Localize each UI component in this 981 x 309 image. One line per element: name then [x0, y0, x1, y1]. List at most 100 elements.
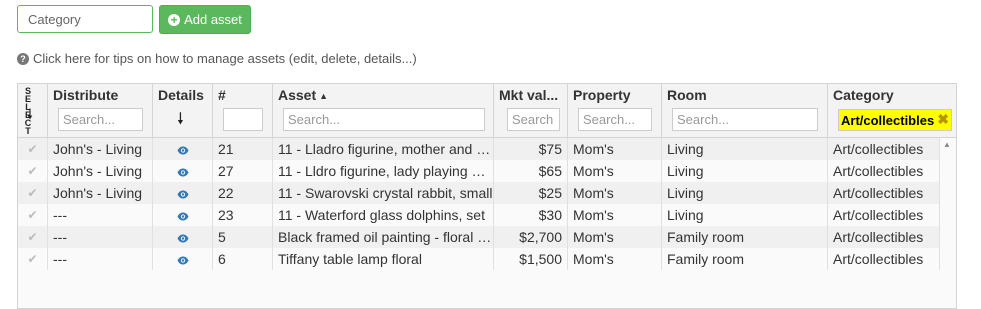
- distribute-filter-input[interactable]: [58, 108, 143, 131]
- number-filter-input[interactable]: [223, 108, 263, 131]
- distribute-cell: John's - Living: [48, 182, 153, 204]
- details-column-header[interactable]: Details 🠗: [153, 84, 213, 137]
- row-select-cell[interactable]: ✔: [18, 160, 48, 182]
- check-icon[interactable]: ✔: [27, 208, 37, 222]
- room-cell: Living: [662, 182, 828, 204]
- asset-filter-input[interactable]: [283, 108, 485, 131]
- distribute-header-label: Distribute: [53, 87, 119, 103]
- eye-icon[interactable]: [177, 207, 189, 223]
- arrow-down-icon: 🠗: [27, 106, 34, 122]
- asset-column-header[interactable]: Asset ▲: [273, 84, 494, 137]
- room-cell: Living: [662, 160, 828, 182]
- close-icon[interactable]: ✖: [937, 111, 949, 128]
- table-row[interactable]: ✔ John's - Living 22 11 - Swarovski crystal…: [18, 182, 940, 204]
- category-input[interactable]: [17, 5, 153, 33]
- asset-header-text: Asset: [278, 87, 317, 103]
- table-row[interactable]: ✔ John's - Living 21 11 - Lladro figurine, …: [18, 138, 940, 160]
- property-filter-input[interactable]: [578, 108, 652, 131]
- eye-icon[interactable]: [177, 185, 189, 201]
- question-circle-icon: ?: [17, 52, 29, 65]
- row-select-cell[interactable]: ✔: [18, 226, 48, 248]
- number-cell: 22: [213, 182, 273, 204]
- table-row[interactable]: ✔ --- 23 11 - Waterford glass dolphins, set…: [18, 204, 940, 226]
- property-column-header[interactable]: Property: [568, 84, 662, 137]
- property-cell: Mom's: [568, 138, 662, 160]
- category-filter-input[interactable]: Art/collectibles ✖: [838, 109, 952, 131]
- vertical-scrollbar[interactable]: ▲: [940, 138, 956, 308]
- property-cell: Mom's: [568, 160, 662, 182]
- scroll-up-icon[interactable]: ▲: [943, 140, 951, 149]
- tips-link[interactable]: ? Click here for tips on how to manage a…: [17, 51, 417, 66]
- sort-asc-icon: ▲: [319, 91, 329, 101]
- mkt-value-filter-input[interactable]: [507, 108, 560, 131]
- property-cell: Mom's: [568, 204, 662, 226]
- category-cell: Art/collectibles: [828, 204, 940, 226]
- eye-icon[interactable]: [177, 163, 189, 179]
- mkt-value-cell: $75: [494, 138, 568, 160]
- eye-icon[interactable]: [177, 229, 189, 245]
- check-icon[interactable]: ✔: [27, 142, 37, 156]
- check-icon[interactable]: ✔: [27, 252, 37, 266]
- check-icon[interactable]: ✔: [27, 164, 37, 178]
- table-row[interactable]: ✔ --- 5 Black framed oil painting - floral …: [18, 226, 940, 248]
- grid-body: ✔ John's - Living 21 11 - Lladro figurine, …: [18, 138, 956, 308]
- details-cell[interactable]: [153, 138, 213, 160]
- mkt-value-cell: $30: [494, 204, 568, 226]
- row-select-cell[interactable]: ✔: [18, 182, 48, 204]
- room-cell: Family room: [662, 248, 828, 270]
- row-select-cell[interactable]: ✔: [18, 138, 48, 160]
- details-cell[interactable]: [153, 160, 213, 182]
- eye-icon[interactable]: [177, 141, 189, 157]
- property-header-label: Property: [573, 87, 631, 103]
- distribute-cell: John's - Living: [48, 138, 153, 160]
- distribute-cell: ---: [48, 226, 153, 248]
- property-cell: Mom's: [568, 248, 662, 270]
- row-select-cell[interactable]: ✔: [18, 204, 48, 226]
- asset-cell: 11 - Lladro figurine, mother and child: [273, 138, 494, 160]
- category-cell: Art/collectibles: [828, 182, 940, 204]
- mkt-value-column-header[interactable]: Mkt val...: [494, 84, 568, 137]
- room-cell: Family room: [662, 226, 828, 248]
- row-select-cell[interactable]: ✔: [18, 248, 48, 270]
- number-cell: 21: [213, 138, 273, 160]
- number-cell: 27: [213, 160, 273, 182]
- distribute-cell: John's - Living: [48, 160, 153, 182]
- room-cell: Living: [662, 204, 828, 226]
- plus-circle-icon: +: [168, 13, 181, 26]
- grid-header: SELECT 🠗 Distribute Details 🠗 # Asset▲ M…: [18, 84, 956, 138]
- distribute-cell: ---: [48, 204, 153, 226]
- details-cell[interactable]: [153, 204, 213, 226]
- room-cell: Living: [662, 138, 828, 160]
- mkt-value-cell: $65: [494, 160, 568, 182]
- asset-cell: Black framed oil painting - floral still…: [273, 226, 494, 248]
- assets-grid: SELECT 🠗 Distribute Details 🠗 # Asset▲ M…: [17, 83, 957, 309]
- table-row[interactable]: ✔ --- 6 Tiffany table lamp floral $1,500 Mom'…: [18, 248, 940, 270]
- eye-icon[interactable]: [177, 251, 189, 267]
- asset-cell: 11 - Lldro figurine, lady playing music: [273, 160, 494, 182]
- add-asset-button[interactable]: + Add asset: [159, 5, 251, 34]
- category-cell: Art/collectibles: [828, 138, 940, 160]
- check-icon[interactable]: ✔: [27, 230, 37, 244]
- tips-text: Click here for tips on how to manage ass…: [33, 51, 417, 66]
- check-icon[interactable]: ✔: [27, 186, 37, 200]
- select-column-header[interactable]: SELECT 🠗: [18, 84, 48, 137]
- property-cell: Mom's: [568, 182, 662, 204]
- category-cell: Art/collectibles: [828, 248, 940, 270]
- number-header-label: #: [218, 87, 226, 103]
- category-column-header[interactable]: Category Art/collectibles ✖: [828, 84, 956, 137]
- distribute-column-header[interactable]: Distribute: [48, 84, 153, 137]
- details-cell[interactable]: [153, 248, 213, 270]
- table-row[interactable]: ✔ John's - Living 27 11 - Lldro figurine, l…: [18, 160, 940, 182]
- details-cell[interactable]: [153, 182, 213, 204]
- room-filter-input[interactable]: [672, 108, 818, 131]
- number-column-header[interactable]: #: [213, 84, 273, 137]
- room-header-label: Room: [667, 87, 707, 103]
- details-cell[interactable]: [153, 226, 213, 248]
- mkt-value-cell: $1,500: [494, 248, 568, 270]
- distribute-cell: ---: [48, 248, 153, 270]
- category-cell: Art/collectibles: [828, 160, 940, 182]
- number-cell: 6: [213, 248, 273, 270]
- asset-header-label: Asset ▲: [278, 87, 328, 103]
- number-cell: 23: [213, 204, 273, 226]
- room-column-header[interactable]: Room: [662, 84, 828, 137]
